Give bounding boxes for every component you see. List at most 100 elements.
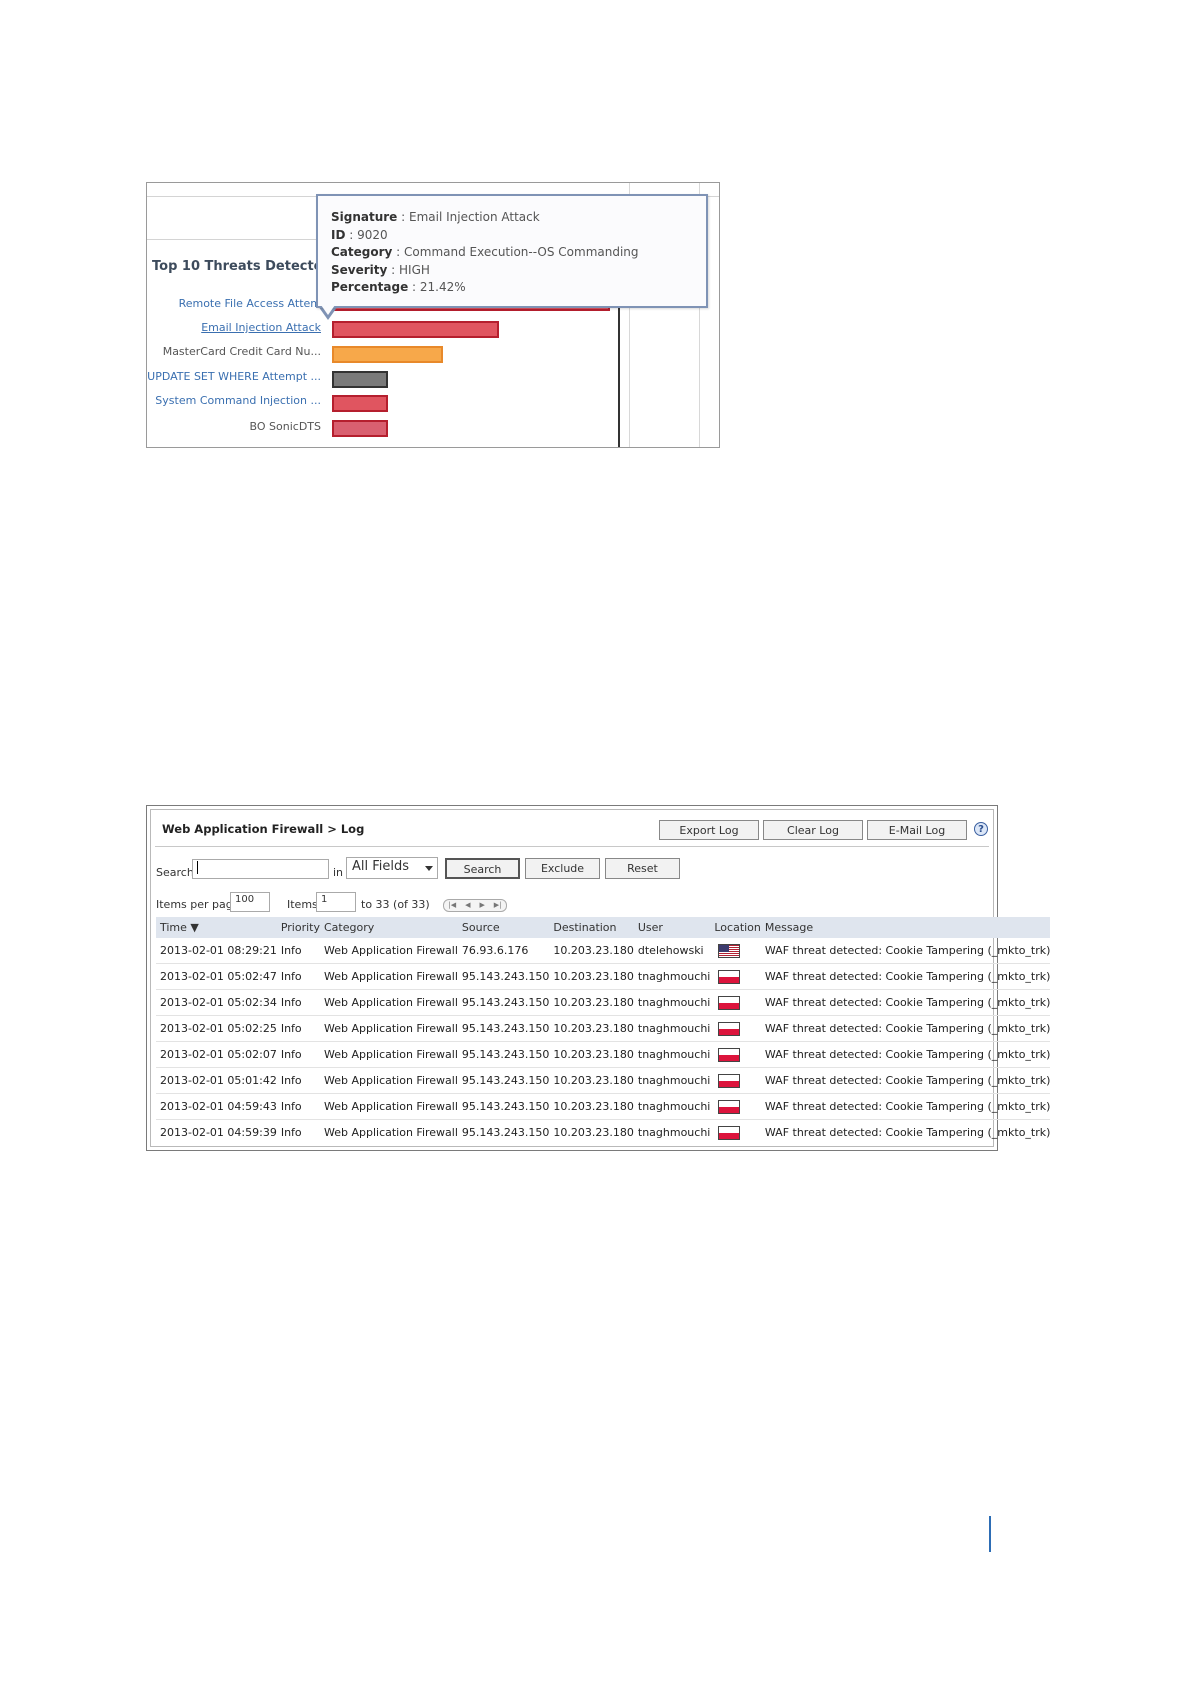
cell-time: 2013-02-01 04:59:43: [156, 1093, 277, 1120]
tooltip-category-key: Category: [331, 245, 393, 259]
column-header-source[interactable]: Source: [457, 917, 550, 938]
title-divider: [155, 846, 989, 847]
threat-bar[interactable]: [332, 321, 499, 338]
table-row[interactable]: 2013-02-01 04:59:39 Info Web Application…: [156, 1120, 1050, 1146]
cell-priority: Info: [276, 938, 320, 964]
cell-user: tnaghmouchi: [633, 1041, 711, 1068]
cell-category: Web Application Firewall: [319, 1041, 458, 1068]
cell-priority: Info: [276, 989, 320, 1016]
cell-category: Web Application Firewall: [319, 989, 458, 1016]
cell-location: [710, 1041, 761, 1068]
help-icon[interactable]: ?: [974, 822, 988, 836]
cell-location: [710, 938, 761, 964]
export-log-button[interactable]: Export Log: [659, 820, 759, 840]
tooltip-signature-value: Email Injection Attack: [409, 210, 540, 224]
threat-label-remote-file-access[interactable]: Remote File Access Attem: [179, 297, 321, 310]
next-page-icon[interactable]: ▶: [479, 900, 484, 911]
table-row[interactable]: 2013-02-01 05:02:07 Info Web Application…: [156, 1041, 1051, 1068]
cell-destination: 10.203.23.180: [549, 1067, 634, 1094]
red-white-flag-icon: [718, 969, 741, 984]
table-row[interactable]: 2013-02-01 08:29:21 Info Web Application…: [156, 938, 1051, 964]
search-field-select[interactable]: All Fields: [346, 857, 438, 879]
prev-page-icon[interactable]: ◀: [465, 900, 470, 911]
cell-source: 76.93.6.176: [457, 938, 550, 964]
cell-priority: Info: [276, 963, 320, 990]
column-header-priority[interactable]: Priority: [276, 917, 320, 938]
red-white-flag-icon: [718, 1021, 741, 1036]
waf-log-inner-frame: Web Application Firewall > Log Export Lo…: [150, 809, 1051, 1147]
cell-message: WAF threat detected: Cookie Tampering (_…: [760, 1067, 1051, 1094]
threat-label-mastercard[interactable]: MasterCard Credit Card Nu...: [163, 345, 321, 358]
table-header-row: Time ▼ Priority Category Source Destinat…: [156, 917, 1051, 938]
clear-log-button[interactable]: Clear Log: [763, 820, 863, 840]
cell-user: tnaghmouchi: [633, 1015, 711, 1042]
cell-destination: 10.203.23.180: [549, 963, 634, 990]
last-page-icon[interactable]: ▶|: [494, 900, 502, 911]
threat-bar[interactable]: [332, 420, 388, 437]
threat-label-system-command[interactable]: System Command Injection ...: [155, 394, 321, 407]
reset-button[interactable]: Reset: [605, 858, 680, 879]
items-per-page-input[interactable]: 100: [230, 892, 270, 912]
table-row[interactable]: 2013-02-01 05:02:25 Info Web Application…: [156, 1015, 1051, 1042]
threat-bar[interactable]: [332, 395, 388, 412]
column-header-location[interactable]: Location: [710, 917, 761, 938]
red-white-flag-icon: [718, 995, 741, 1010]
table-row[interactable]: 2013-02-01 05:01:42 Info Web Application…: [156, 1067, 1051, 1094]
log-table: Time ▼ Priority Category Source Destinat…: [156, 917, 1051, 1146]
search-field-value: All Fields: [352, 859, 410, 874]
log-page-title: Web Application Firewall > Log: [162, 822, 365, 836]
table-row[interactable]: 2013-02-01 05:02:34 Info Web Application…: [156, 989, 1051, 1016]
red-white-flag-icon: [718, 1073, 741, 1088]
column-header-time[interactable]: Time ▼: [156, 917, 277, 938]
items-range-text: to 33 (of 33): [361, 898, 430, 911]
text-caret: [197, 861, 198, 874]
cell-source: 95.143.243.150: [457, 1041, 550, 1068]
cell-source: 95.143.243.150: [457, 989, 550, 1016]
cell-time: 2013-02-01 05:02:34: [156, 989, 277, 1016]
cell-source: 95.143.243.150: [457, 963, 550, 990]
items-label: Items: [287, 898, 318, 911]
cell-user: tnaghmouchi: [633, 1093, 711, 1120]
search-label: Search: [156, 866, 194, 879]
cell-source: 95.143.243.150: [457, 1093, 550, 1120]
page-margin-marker: [989, 1516, 991, 1552]
us-flag-icon: [718, 943, 741, 958]
column-header-destination[interactable]: Destination: [549, 917, 634, 938]
cell-priority: Info: [276, 1067, 320, 1094]
tooltip-pointer-inner: [321, 305, 335, 315]
cell-user: dtelehowski: [633, 938, 711, 964]
email-log-button[interactable]: E-Mail Log: [867, 820, 967, 840]
first-page-icon[interactable]: |◀: [448, 900, 456, 911]
cell-message: WAF threat detected: Cookie Tampering (_…: [760, 1041, 1051, 1068]
threat-label-bo-sonicdts[interactable]: BO SonicDTS: [250, 420, 321, 433]
table-row[interactable]: 2013-02-01 04:59:43 Info Web Application…: [156, 1093, 1051, 1120]
tooltip-signature-key: Signature: [331, 210, 398, 224]
cell-priority: Info: [276, 1015, 320, 1042]
threat-label-update-set-where[interactable]: UPDATE SET WHERE Attempt ...: [147, 370, 321, 383]
cell-category: Web Application Firewall: [319, 1093, 458, 1120]
cell-user: tnaghmouchi: [637, 1126, 711, 1139]
cell-priority: Info: [276, 1041, 320, 1068]
search-button[interactable]: Search: [445, 858, 520, 879]
tooltip-percentage-key: Percentage: [331, 280, 409, 294]
cell-message: WAF threat detected: Cookie Tampering (_…: [760, 989, 1051, 1016]
cell-destination: 10.203.23.180: [549, 1093, 634, 1120]
threat-bar[interactable]: [332, 371, 388, 388]
items-start-input[interactable]: 1: [316, 892, 356, 912]
tooltip-id-key: ID: [331, 227, 346, 242]
exclude-button[interactable]: Exclude: [525, 858, 600, 879]
cell-category: Web Application Firewall: [323, 1126, 458, 1139]
search-input[interactable]: [192, 859, 329, 879]
tooltip-severity-key: Severity: [331, 262, 388, 277]
cell-user: tnaghmouchi: [633, 963, 711, 990]
threat-bar[interactable]: [332, 346, 443, 363]
cell-destination: 10.203.23.180: [549, 989, 634, 1016]
column-header-category[interactable]: Category: [319, 917, 458, 938]
column-header-message[interactable]: Message: [760, 917, 1051, 938]
cell-time: 2013-02-01 05:02:25: [156, 1015, 277, 1042]
table-row[interactable]: 2013-02-01 05:02:47 Info Web Application…: [156, 963, 1051, 990]
threat-label-email-injection[interactable]: Email Injection Attack: [201, 321, 321, 334]
cell-time: 2013-02-01 05:02:47: [156, 963, 277, 990]
red-white-flag-icon: [718, 1125, 741, 1140]
column-header-user[interactable]: User: [633, 917, 711, 938]
